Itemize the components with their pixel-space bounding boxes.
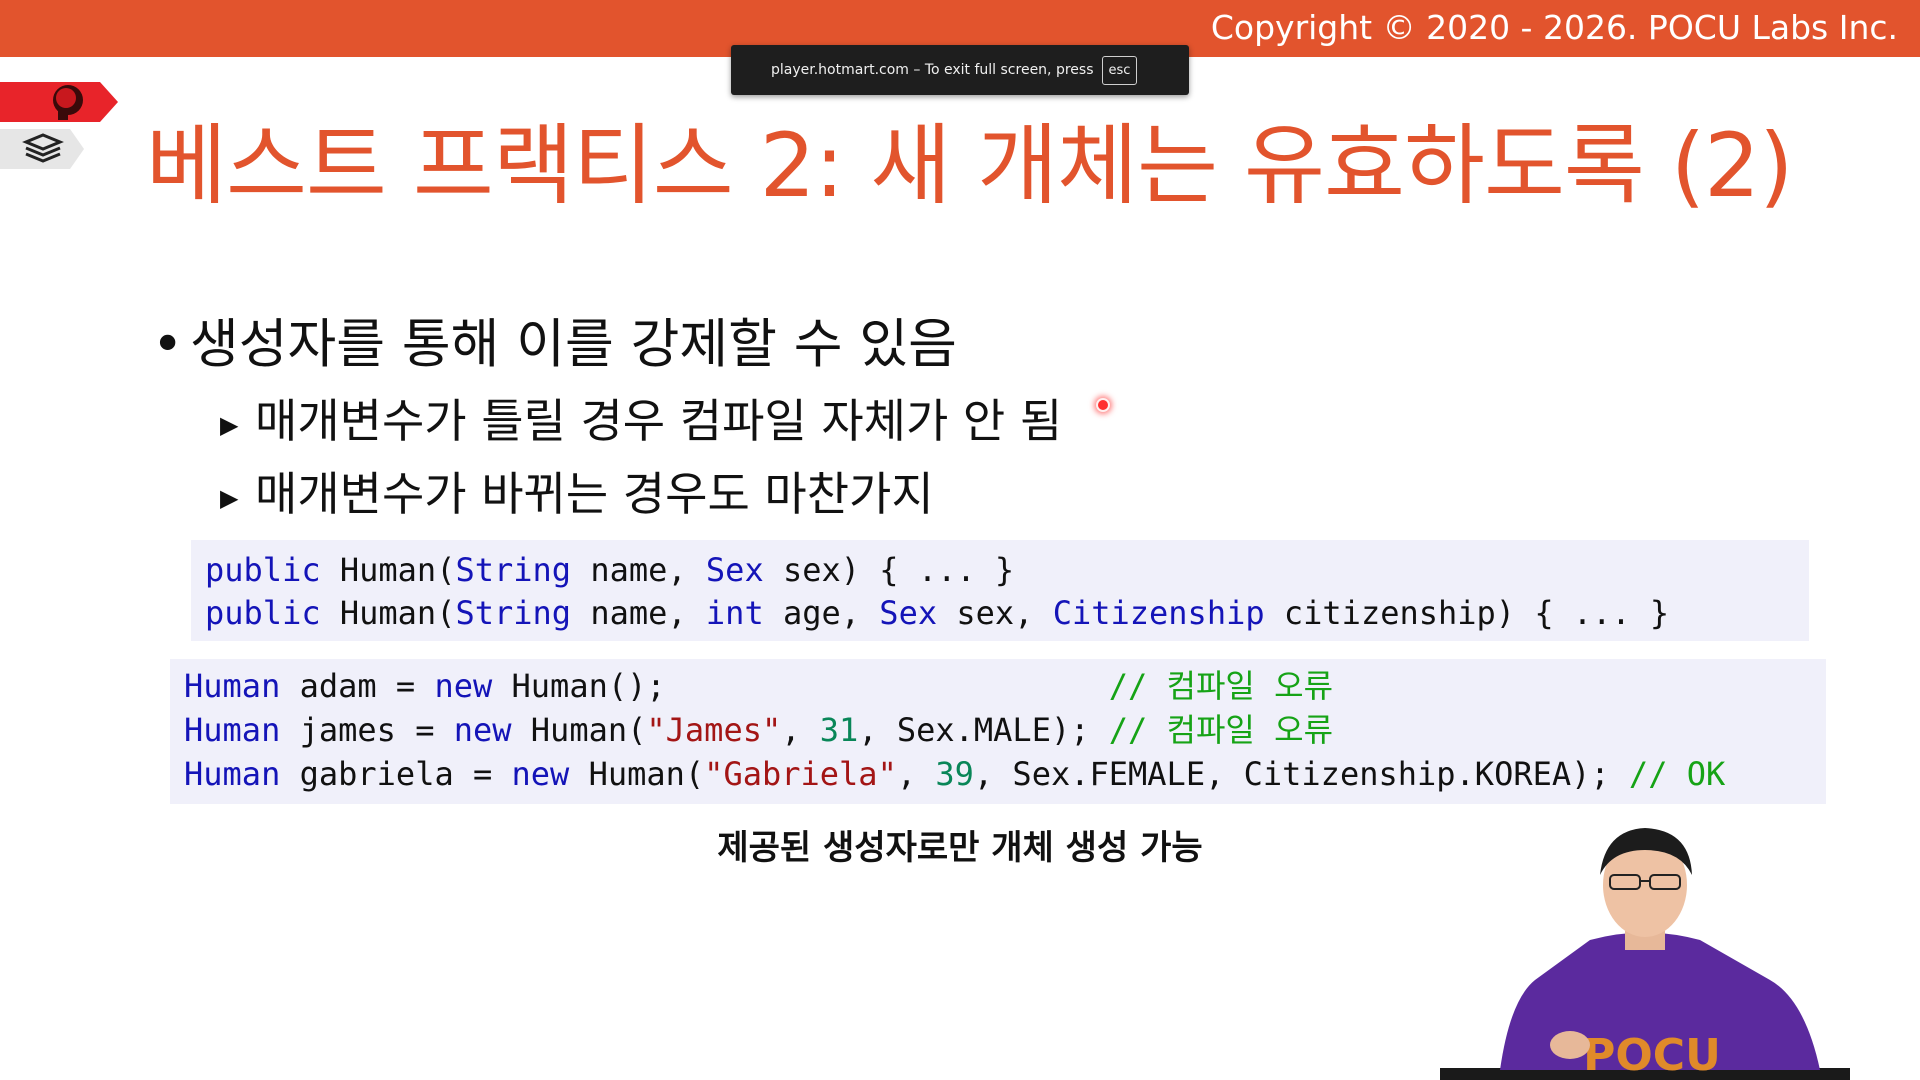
code-token: Citizenship xyxy=(1052,594,1265,632)
code-comment: // OK xyxy=(1628,755,1726,793)
code-token: Human(); xyxy=(492,667,666,705)
sub-bullet-2: ▶ 매개변수가 바뀌는 경우도 마찬가지 xyxy=(220,458,934,524)
code-token: Sex xyxy=(705,551,764,589)
code-token: Human( xyxy=(320,594,456,632)
triangle-bullet-icon: ▶ xyxy=(220,483,239,512)
code-token: Human( xyxy=(320,551,456,589)
sub-bullet-1: ▶ 매개변수가 틀릴 경우 컴파일 자체가 안 됨 xyxy=(220,385,1062,451)
code-token: james = xyxy=(280,711,454,749)
code-token: , xyxy=(781,711,820,749)
code-token: Human xyxy=(184,667,281,705)
bullet-dot-icon: • xyxy=(152,314,184,375)
code-token: , Sex.FEMALE, Citizenship.KOREA); xyxy=(973,755,1629,793)
fullscreen-notice-text: player.hotmart.com – To exit full screen… xyxy=(771,62,1094,78)
code-token: public xyxy=(205,551,321,589)
code-string: "James" xyxy=(646,711,782,749)
laser-pointer xyxy=(1096,398,1110,412)
code-comment: // 컴파일 오류 xyxy=(1108,667,1334,705)
constructor-code-block: public Human(String name, Sex sex) { ...… xyxy=(191,540,1809,641)
copyright-text: Copyright © 2020 - 2026. POCU Labs Inc. xyxy=(1210,8,1898,47)
usage-code-block: Human adam = new Human(); // 컴파일 오류 Huma… xyxy=(170,659,1826,804)
code-token: new xyxy=(434,667,493,705)
code-token: name, xyxy=(571,551,706,589)
main-bullet: • 생성자를 통해 이를 강제할 수 있음 xyxy=(152,302,957,378)
presenter-shirt-logo: POCU xyxy=(1583,1030,1721,1080)
code-token: new xyxy=(453,711,512,749)
code-token: adam = xyxy=(280,667,435,705)
code-token: Sex xyxy=(879,594,938,632)
code-token: Human( xyxy=(569,755,705,793)
code-token: Human xyxy=(184,711,281,749)
triangle-bullet-icon: ▶ xyxy=(220,410,239,439)
code-number: 39 xyxy=(935,755,974,793)
code-token: , Sex.MALE); xyxy=(858,711,1109,749)
code-token: String xyxy=(455,551,572,589)
code-token: int xyxy=(705,594,764,632)
slide-title: 베스트 프랙티스 2: 새 개체는 유효하도록 (2) xyxy=(146,114,1793,217)
code-token: age, xyxy=(763,594,880,632)
code-comment: // 컴파일 오류 xyxy=(1108,711,1334,749)
fullscreen-notice: player.hotmart.com – To exit full screen… xyxy=(731,45,1189,95)
sub-bullet-2-text: 매개변수가 바뀌는 경우도 마찬가지 xyxy=(255,467,934,521)
code-token: public xyxy=(205,594,321,632)
code-number: 31 xyxy=(819,711,859,749)
layers-tab-icon[interactable] xyxy=(0,127,85,171)
code-token: , xyxy=(896,755,936,793)
code-token: Human xyxy=(184,755,281,793)
main-bullet-text: 생성자를 통해 이를 강제할 수 있음 xyxy=(190,314,957,375)
sub-bullet-1-text: 매개변수가 틀릴 경우 컴파일 자체가 안 됨 xyxy=(255,394,1063,448)
esc-key-hint: esc xyxy=(1101,55,1138,85)
code-token: sex) { ... } xyxy=(763,551,1015,589)
presenter-video: POCU xyxy=(1440,828,1850,1080)
code-token: Human( xyxy=(511,711,647,749)
code-token: citizenship) { ... } xyxy=(1264,594,1670,632)
code-token: name, xyxy=(571,594,706,632)
code-string: "Gabriela" xyxy=(704,755,897,793)
code-token: sex, xyxy=(937,594,1053,632)
code-token: gabriela = xyxy=(280,755,512,793)
brain-tab-icon[interactable] xyxy=(0,80,120,124)
code-token: new xyxy=(511,755,570,793)
code-token: String xyxy=(455,594,572,632)
